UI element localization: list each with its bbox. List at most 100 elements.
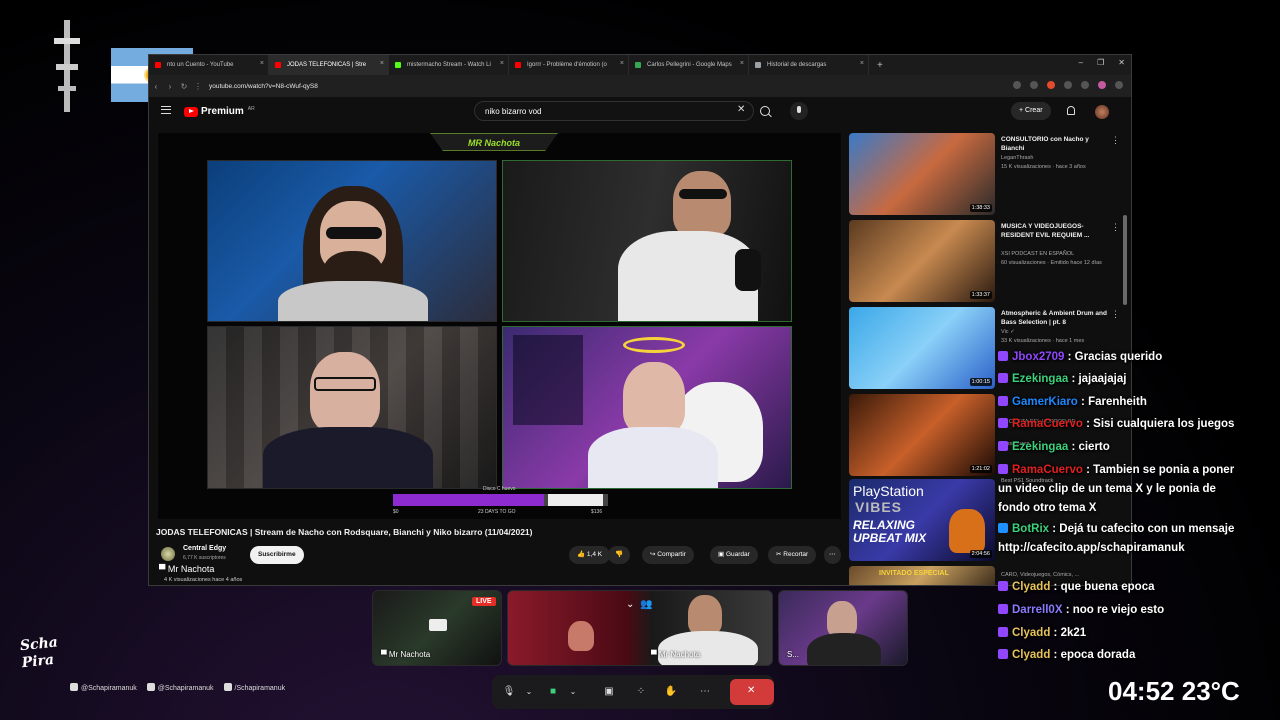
layout-icon[interactable]: ⁘ [632, 683, 650, 701]
search-input[interactable]: niko bizarro vod [474, 101, 754, 121]
reactions-icon[interactable]: ✋ [662, 683, 680, 701]
tab[interactable]: Carlos Pellegrini - Google Maps × [629, 55, 749, 75]
rec-channel[interactable]: Vic ✓ [1001, 329, 1015, 335]
rec-thumbnail[interactable]: INVITADO ESPECIAL [849, 566, 995, 585]
leave-call-button[interactable] [730, 679, 774, 705]
video-player[interactable]: MR Nachota $0 23 DAYS TO GO $136 Disco C… [158, 133, 841, 519]
schapira-logo: Scha Pira [19, 634, 59, 672]
chat-username[interactable]: GamerKiaro [1012, 396, 1078, 408]
present-screen-icon[interactable]: ▣ [600, 683, 618, 701]
close-icon[interactable]: × [260, 60, 264, 67]
chat-username[interactable]: BotRix [1012, 523, 1049, 535]
close-icon[interactable]: × [740, 60, 744, 67]
chevron-down-icon[interactable]: ⌄ [626, 599, 634, 610]
close-icon[interactable]: × [500, 60, 504, 67]
close-icon[interactable]: × [860, 60, 864, 67]
tab[interactable]: Historial de descargas × [749, 55, 869, 75]
tab-active[interactable]: JODAS TELEFONICAS | Stre × [269, 55, 389, 75]
chat-username[interactable]: RamaCuervo [1012, 464, 1083, 476]
create-label: Crear [1025, 107, 1043, 114]
more-vert-icon[interactable]: ⋮ [1111, 135, 1120, 146]
microphone-icon[interactable] [790, 102, 808, 120]
close-icon[interactable]: × [380, 60, 384, 67]
search-icon[interactable] [760, 106, 770, 116]
tab-search-icon[interactable] [1081, 81, 1089, 89]
call-tile[interactable]: ⌄ 👥 ▀ Mr Nachota [507, 590, 773, 666]
site-info-icon[interactable]: ⋮ [191, 82, 205, 91]
more-options-icon[interactable]: ⋯ [696, 683, 714, 701]
browser-menu-icon[interactable] [1115, 81, 1123, 89]
rec-title[interactable]: CONSULTORIO con Nacho y Bianchi [1001, 135, 1113, 153]
scrollbar[interactable] [1123, 215, 1127, 305]
camera-icon[interactable]: ■ [544, 683, 562, 701]
rec-thumbnail[interactable]: 1:21:02 [849, 394, 995, 476]
channel-avatar[interactable] [161, 547, 175, 561]
rec-thumbnail[interactable]: 1:38:33 [849, 133, 995, 215]
hamburger-menu-icon[interactable] [161, 106, 171, 114]
brand-label: Premium [201, 106, 244, 117]
more-vert-icon[interactable]: ⋮ [1111, 222, 1120, 233]
chat-username[interactable]: Ezekingaa [1012, 441, 1068, 453]
rec-thumbnail[interactable]: PlayStation VIBES RELAXING UPBEAT MIX 2:… [849, 479, 995, 561]
tab[interactable]: Igorrr - Problème d'émotion (o × [509, 55, 629, 75]
screen-share-icon [429, 619, 447, 631]
bookmark-star-icon[interactable] [1030, 81, 1038, 89]
chat-username[interactable]: Darrell0X [1012, 604, 1063, 616]
share-button[interactable]: ↪ Compartir [642, 546, 694, 564]
close-icon[interactable]: × [620, 60, 624, 67]
save-button[interactable]: ▣ Guardar [710, 546, 758, 564]
profile-icon[interactable] [1098, 81, 1106, 89]
channel-name[interactable]: Central Edgy [183, 545, 226, 552]
chevron-down-icon[interactable]: ⌄ [520, 683, 538, 701]
youtube-logo[interactable]: Premium AR [184, 106, 255, 117]
rec-duration: 2:04:56 [969, 550, 992, 558]
back-icon[interactable]: ‹ [149, 82, 163, 91]
microphone-icon[interactable]: 🎙 [500, 683, 518, 701]
restore-icon[interactable]: ❐ [1097, 58, 1104, 67]
sub-badge-icon [998, 581, 1008, 591]
like-button[interactable]: 👍 1,4 K [569, 546, 611, 564]
clear-search-icon[interactable]: ✕ [737, 104, 745, 115]
chat-username[interactable]: Clyadd [1012, 627, 1050, 639]
rec-item[interactable]: 1:33:37 MUSICA Y VIDEOJUEGOS- RESIDENT E… [849, 220, 1124, 302]
new-tab-icon[interactable]: + [877, 60, 883, 71]
puzzle-icon[interactable] [1064, 81, 1072, 89]
minimize-icon[interactable]: – [1079, 58, 1083, 67]
forward-icon[interactable]: › [163, 82, 177, 91]
chat-message: Clyadd : 2k21 [998, 624, 1238, 643]
close-window-icon[interactable]: ✕ [1118, 58, 1125, 67]
chat-username[interactable]: RamaCuervo [1012, 418, 1083, 430]
extension-icon[interactable] [1047, 81, 1055, 89]
crash-bandicoot-figure [949, 509, 985, 553]
chat-username[interactable]: Jbox2709 [1012, 351, 1064, 363]
cast-icon[interactable] [1013, 81, 1021, 89]
user-avatar[interactable] [1095, 105, 1109, 119]
shirt [658, 631, 758, 665]
chat-username[interactable]: Clyadd [1012, 649, 1050, 661]
goal-start-label: $0 [393, 509, 399, 515]
people-icon[interactable]: 👥 [640, 599, 652, 610]
rec-title[interactable]: Atmospheric & Ambient Drum and Bass Sele… [1001, 309, 1113, 327]
rec-item[interactable]: 1:38:33 CONSULTORIO con Nacho y Bianchi … [849, 133, 1124, 215]
rec-title[interactable]: MUSICA Y VIDEOJUEGOS- RESIDENT EVIL REQU… [1001, 222, 1113, 240]
presenter-name: Mr Nachota [167, 564, 215, 574]
notifications-bell-icon[interactable] [1067, 106, 1075, 115]
chat-username[interactable]: Clyadd [1012, 581, 1050, 593]
rec-channel[interactable]: LeganThrash [1001, 155, 1033, 161]
more-actions-button[interactable]: ⋯ [824, 546, 841, 564]
dislike-button[interactable]: 👎 [608, 546, 631, 564]
rec-thumbnail[interactable]: 1:33:37 [849, 220, 995, 302]
url-field[interactable]: youtube.com/watch?v=N8-cWuf-qyS8 [209, 83, 318, 90]
create-button[interactable]: + Crear [1011, 102, 1051, 120]
call-tile[interactable]: S... [778, 590, 908, 666]
tab[interactable]: mistermacho Stream - Watch Li × [389, 55, 509, 75]
more-vert-icon[interactable]: ⋮ [1111, 309, 1120, 320]
tab[interactable]: nto un Cuento - YouTube × [149, 55, 269, 75]
rec-thumbnail[interactable]: 1:00:15 [849, 307, 995, 389]
chevron-down-icon[interactable]: ⌄ [564, 683, 582, 701]
chat-username[interactable]: Ezekingaa [1012, 373, 1068, 385]
clip-button[interactable]: ✂ Recortar [768, 546, 817, 564]
reload-icon[interactable]: ↻ [177, 82, 191, 91]
subscribe-button[interactable]: Suscribirme [250, 546, 304, 564]
rec-channel[interactable]: XSI PODCAST EN ESPAÑOL [1001, 251, 1074, 257]
